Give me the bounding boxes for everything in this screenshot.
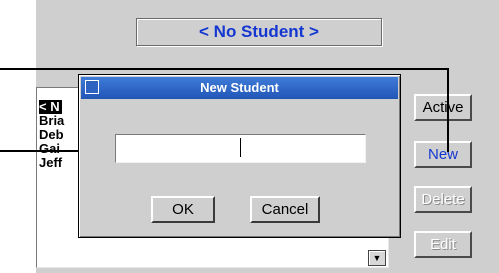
- dialog-title: New Student: [200, 80, 279, 95]
- delete-button[interactable]: Delete: [414, 186, 472, 213]
- text-caret: [240, 138, 241, 157]
- current-student-display: < No Student >: [136, 18, 382, 46]
- edit-button[interactable]: Edit: [414, 231, 472, 258]
- new-student-dialog: New Student OK Cancel: [78, 74, 401, 238]
- new-button[interactable]: New: [414, 141, 472, 168]
- list-item[interactable]: Gai: [39, 142, 60, 156]
- ok-button[interactable]: OK: [151, 196, 215, 223]
- list-item[interactable]: < N: [39, 100, 62, 114]
- list-item[interactable]: Deb: [39, 128, 64, 142]
- list-item[interactable]: Jeff: [39, 156, 62, 170]
- active-button[interactable]: Active: [414, 94, 472, 121]
- callout-line-new-drop: [447, 68, 449, 152]
- dialog-titlebar[interactable]: New Student: [81, 77, 398, 99]
- callout-line-new: [0, 68, 449, 70]
- list-item[interactable]: Bria: [39, 114, 64, 128]
- cancel-button[interactable]: Cancel: [250, 196, 320, 223]
- scroll-down-icon[interactable]: ▼: [368, 250, 386, 266]
